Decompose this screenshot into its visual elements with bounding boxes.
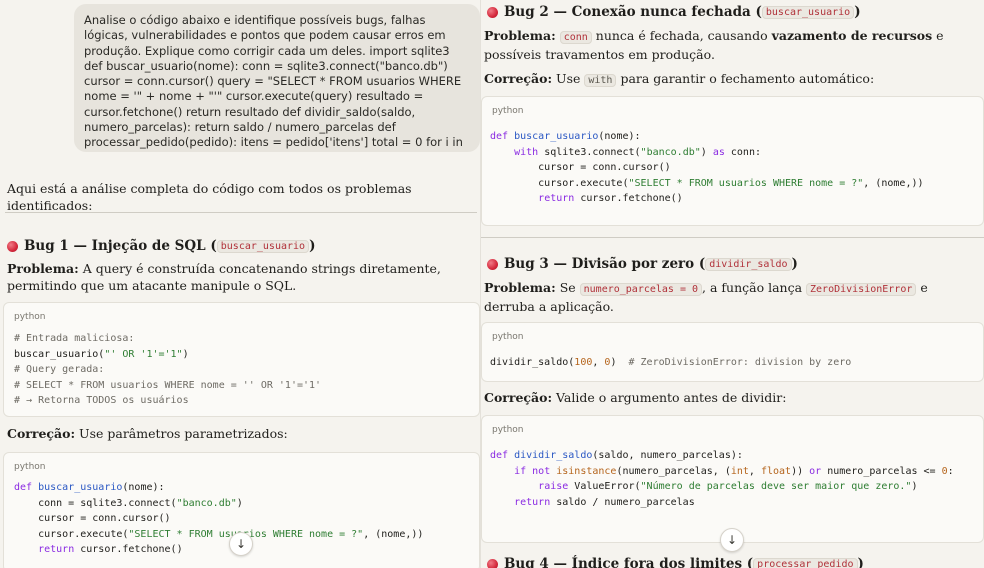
red-circle-icon [487,6,498,18]
fix-text: Valide o argumento antes de dividir: [552,390,787,405]
assistant-intro: Aqui está a análise completa do código c… [7,181,412,213]
bug3-fix: Correção: Valide o argumento antes de di… [484,389,979,406]
bug2-title: Bug 2 — Conexão nunca fechada ( [504,4,762,20]
bug2-heading: Bug 2 — Conexão nunca fechada (buscar_us… [487,4,861,20]
code-language-label: python [492,332,524,342]
user-message-bubble: Analise o código abaixo e identifique po… [74,4,480,152]
bug3-code-block-fix[interactable]: python def dividir_saldo(saldo, numero_p… [481,415,984,543]
bug4-heading: Bug 4 — Índice fora dos limites (process… [487,556,864,568]
fix-label: Correção: [7,426,76,441]
bug3-code-ref: dividir_saldo [705,257,792,271]
bug4-title: Bug 4 — Índice fora dos limites ( [504,556,754,568]
bug1-title-end: ) [309,238,316,254]
section-divider [481,237,984,238]
bug1-fix: Correção: Use parâmetros parametrizados: [7,425,472,442]
bug2-title-end: ) [854,4,861,20]
code-content: # Entrada maliciosa: buscar_usuario("' O… [14,333,322,406]
left-chat-pane[interactable]: Analise o código abaixo e identifique po… [0,0,480,568]
problem-text-a: Se [555,280,580,295]
fix-label: Correção: [484,390,553,405]
bug2-code-ref: buscar_usuario [761,5,855,19]
arrow-down-icon: ↓ [726,533,738,547]
problem-text-b: , a função lança [702,280,807,295]
bug4-title-end: ) [857,556,864,568]
bug3-heading: Bug 3 — Divisão por zero (dividir_saldo) [487,256,798,272]
bug1-heading: Bug 1 — Injeção de SQL (buscar_usuario) [7,238,315,254]
right-chat-pane[interactable]: Bug 2 — Conexão nunca fechada (buscar_us… [481,0,984,568]
bug1-code-ref: buscar_usuario [216,239,310,253]
code-language-label: python [14,312,46,322]
code-language-label: python [14,462,46,472]
problem-code: conn [559,31,592,44]
fix-label: Correção: [484,71,553,86]
bug3-problem: Problema: Se numero_parcelas = 0, a funç… [484,279,979,315]
red-circle-icon [487,258,498,270]
code-language-label: python [492,425,524,435]
bug3-title: Bug 3 — Divisão por zero ( [504,256,706,272]
section-divider [5,212,477,213]
problem-bold: vazamento de recursos [771,28,933,43]
bug1-code-block-attack[interactable]: python # Entrada maliciosa: buscar_usuar… [3,302,480,417]
code-content: dividir_saldo(100, 0) # ZeroDivisionErro… [490,357,852,368]
bug4-code-ref: processar_pedido [753,557,858,568]
problem-code-2: ZeroDivisionError [806,283,917,296]
bug3-code-block-error[interactable]: python dividir_saldo(100, 0) # ZeroDivis… [481,322,984,382]
bug1-title: Bug 1 — Injeção de SQL ( [24,238,217,254]
scroll-down-button[interactable]: ↓ [720,528,744,552]
bug2-code-block[interactable]: python def buscar_usuario(nome): with sq… [481,96,984,226]
code-content: def buscar_usuario(nome): with sqlite3.c… [490,131,924,204]
bug1-problem: Problema: A query é construída concatena… [7,260,472,294]
red-circle-icon [7,240,18,252]
problem-code-1: numero_parcelas = 0 [579,283,703,296]
code-content: def dividir_saldo(saldo, numero_parcelas… [490,450,954,508]
code-language-label: python [492,106,524,116]
fix-code: with [584,74,617,87]
problem-label: Problema: [484,280,556,295]
fix-text: Use parâmetros parametrizados: [75,426,288,441]
problem-label: Problema: [484,28,556,43]
code-content: def buscar_usuario(nome): conn = sqlite3… [14,482,424,555]
bug2-problem: Problema: conn nunca é fechada, causando… [484,27,979,63]
scroll-down-button[interactable]: ↓ [229,532,253,556]
fix-text-b: para garantir o fechamento automático: [616,71,875,86]
bug2-fix: Correção: Use with para garantir o fecha… [484,70,979,89]
bug3-title-end: ) [791,256,798,272]
red-circle-icon [487,558,498,568]
arrow-down-icon: ↓ [235,537,247,551]
problem-text-a: nunca é fechada, causando [591,28,772,43]
fix-text-a: Use [552,71,585,86]
problem-label: Problema: [7,261,79,276]
